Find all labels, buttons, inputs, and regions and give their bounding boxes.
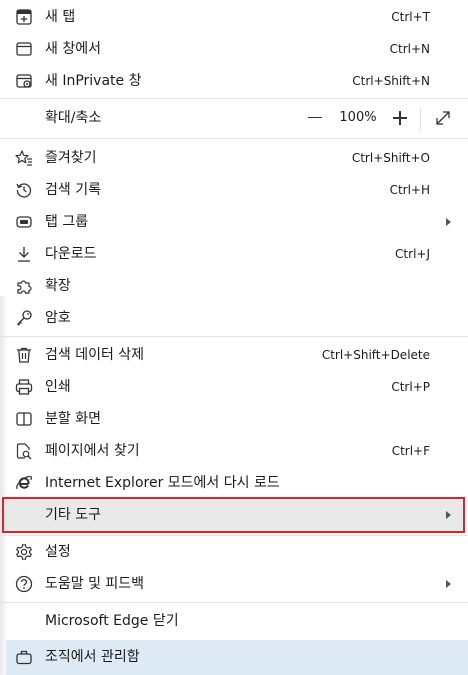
- menu-item-close-edge[interactable]: Microsoft Edge 닫기: [0, 605, 468, 637]
- zoom-label: 확대/축소: [45, 110, 102, 126]
- menu-divider: [0, 98, 468, 99]
- settings-label: 설정: [45, 544, 71, 560]
- favorites-shortcut: Ctrl+Shift+O: [351, 151, 430, 165]
- close-edge-label: Microsoft Edge 닫기: [45, 613, 179, 629]
- managed-label: 조직에서 관리함: [45, 649, 140, 665]
- ie-icon: [15, 474, 33, 492]
- menu-item-clear-data[interactable]: 검색 데이터 삭제 Ctrl+Shift+Delete: [0, 339, 468, 371]
- edge-settings-menu: 새 탭 Ctrl+T 새 창에서 Ctrl+N 새 InPrivate 창 Ct…: [0, 0, 468, 675]
- ie-mode-label: Internet Explorer 모드에서 다시 로드: [45, 475, 280, 491]
- print-label: 인쇄: [45, 379, 71, 395]
- favorites-star-icon: [15, 149, 33, 167]
- new-inprivate-shortcut: Ctrl+Shift+N: [352, 74, 430, 88]
- downloads-label: 다운로드: [45, 246, 97, 262]
- clear-data-shortcut: Ctrl+Shift+Delete: [321, 348, 430, 362]
- new-window-icon: [15, 40, 33, 58]
- chevron-right-icon: [446, 580, 451, 588]
- menu-divider: [0, 602, 468, 603]
- more-tools-label: 기타 도구: [45, 507, 101, 523]
- new-window-label: 새 창에서: [45, 41, 101, 57]
- printer-icon: [15, 378, 33, 396]
- menu-item-downloads[interactable]: 다운로드 Ctrl+J: [0, 238, 468, 270]
- new-tab-icon: [15, 8, 33, 26]
- new-window-shortcut: Ctrl+N: [389, 42, 430, 56]
- help-label: 도움말 및 피드백: [45, 576, 145, 592]
- help-icon: [15, 575, 33, 593]
- clear-data-label: 검색 데이터 삭제: [45, 347, 145, 363]
- menu-item-managed[interactable]: 조직에서 관리함: [0, 641, 468, 673]
- menu-item-tab-groups[interactable]: 탭 그룹: [0, 206, 468, 238]
- zoom-value: 100%: [339, 110, 377, 125]
- chevron-right-icon: [446, 511, 451, 519]
- key-icon: [15, 309, 33, 327]
- inprivate-icon: [15, 72, 33, 90]
- split-screen-icon: [15, 410, 33, 428]
- history-label: 검색 기록: [45, 182, 101, 198]
- menu-item-settings[interactable]: 설정: [0, 536, 468, 568]
- minus-icon[interactable]: [308, 117, 322, 119]
- download-icon: [15, 245, 33, 263]
- find-label: 페이지에서 찾기: [45, 443, 140, 459]
- new-inprivate-label: 새 InPrivate 창: [45, 73, 142, 89]
- downloads-shortcut: Ctrl+J: [395, 247, 430, 261]
- briefcase-icon: [15, 648, 33, 666]
- find-page-icon: [15, 442, 33, 460]
- favorites-label: 즐겨찾기: [45, 150, 97, 166]
- menu-item-extensions[interactable]: 확장: [0, 270, 468, 302]
- menu-item-more-tools[interactable]: 기타 도구: [0, 499, 468, 531]
- fullscreen-icon[interactable]: [434, 109, 452, 127]
- menu-item-passwords[interactable]: 암호: [0, 302, 468, 334]
- gear-icon: [15, 543, 33, 561]
- menu-item-help[interactable]: 도움말 및 피드백: [0, 568, 468, 600]
- chevron-right-icon: [446, 218, 451, 226]
- trash-icon: [15, 346, 33, 364]
- new-tab-shortcut: Ctrl+T: [391, 10, 430, 24]
- menu-item-find[interactable]: 페이지에서 찾기 Ctrl+F: [0, 435, 468, 467]
- split-screen-label: 분할 화면: [45, 411, 101, 427]
- tab-groups-label: 탭 그룹: [45, 214, 89, 230]
- puzzle-icon: [15, 277, 33, 295]
- menu-item-new-tab[interactable]: 새 탭 Ctrl+T: [0, 1, 468, 33]
- menu-item-ie-mode[interactable]: Internet Explorer 모드에서 다시 로드: [0, 467, 468, 499]
- menu-item-favorites[interactable]: 즐겨찾기 Ctrl+Shift+O: [0, 142, 468, 174]
- history-icon: [15, 181, 33, 199]
- new-tab-label: 새 탭: [45, 9, 76, 25]
- print-shortcut: Ctrl+P: [391, 380, 430, 394]
- menu-item-new-window[interactable]: 새 창에서 Ctrl+N: [0, 33, 468, 65]
- zoom-separator: [420, 107, 421, 131]
- menu-divider: [0, 336, 468, 337]
- extensions-label: 확장: [45, 278, 71, 294]
- find-shortcut: Ctrl+F: [391, 444, 430, 458]
- menu-item-print[interactable]: 인쇄 Ctrl+P: [0, 371, 468, 403]
- menu-item-zoom: 확대/축소 100%: [0, 102, 468, 134]
- menu-item-history[interactable]: 검색 기록 Ctrl+H: [0, 174, 468, 206]
- menu-divider: [0, 138, 468, 139]
- menu-item-split-screen[interactable]: 분할 화면: [0, 403, 468, 435]
- tab-groups-icon: [15, 213, 33, 231]
- passwords-label: 암호: [45, 310, 71, 326]
- history-shortcut: Ctrl+H: [389, 183, 430, 197]
- menu-item-new-inprivate[interactable]: 새 InPrivate 창 Ctrl+Shift+N: [0, 65, 468, 97]
- plus-icon[interactable]: [393, 111, 407, 125]
